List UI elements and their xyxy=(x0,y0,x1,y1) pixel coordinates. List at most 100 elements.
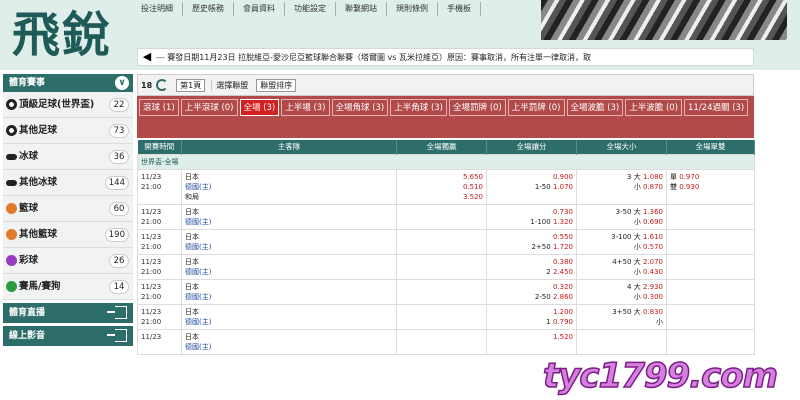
odds-button[interactable]: 2.860 xyxy=(553,293,573,301)
sidebar-item-horse[interactable]: 賽馬/賽狗 14 xyxy=(3,274,133,300)
site-logo[interactable]: 飛銳 xyxy=(12,4,112,66)
sidebar: 體育賽事 ∨ 頂級足球(世界盃) 22 其他足球 73 冰球 36 其他冰球 144 籃球… xyxy=(3,74,133,346)
tab-full-score[interactable]: 全場波膽 (3) xyxy=(566,99,624,116)
odds-button[interactable]: 5.650 xyxy=(400,172,483,182)
nav-rules[interactable]: 規則條例 xyxy=(387,2,438,16)
odds-button[interactable]: 0.510 xyxy=(400,182,483,192)
basketball-icon xyxy=(6,203,17,214)
basketball-icon xyxy=(6,229,17,240)
col-over-under: 全場大小 xyxy=(576,140,667,154)
login-icon xyxy=(107,306,127,319)
nav-mobile[interactable]: 手機板 xyxy=(438,2,481,16)
tab-full-corner[interactable]: 全場角球 (3) xyxy=(331,99,389,116)
odds-button[interactable]: 0.900 xyxy=(490,172,573,182)
tab-live[interactable]: 滾球 (1) xyxy=(139,99,179,116)
nav-history[interactable]: 歷史帳務 xyxy=(183,2,234,16)
sidebar-video-link[interactable]: 線上影音 xyxy=(3,326,133,346)
table-row: 11/23 21:00 日本 德國(主) 0.380 2 2.450 4+50 大 2… xyxy=(137,253,755,280)
page-select[interactable]: 第1頁 xyxy=(176,78,206,92)
sidebar-item-hockey[interactable]: 冰球 36 xyxy=(3,144,133,170)
col-handicap: 全場讓分 xyxy=(486,140,577,154)
sidebar-header[interactable]: 體育賽事 ∨ xyxy=(3,74,133,92)
odds-button[interactable]: 2.450 xyxy=(553,268,573,276)
announcement-text: --- 賽發日期11月23日 拉脫維亞-愛沙尼亞籃球聯合聯賽（塔爾圖 vs 瓦米… xyxy=(156,53,591,62)
table-row: 11/23 日本 德國(主) 1.520 xyxy=(137,328,755,355)
odds-button[interactable]: 0.870 xyxy=(643,183,663,191)
odds-button[interactable]: 0.830 xyxy=(643,308,663,316)
odds-button[interactable]: 0.930 xyxy=(679,183,699,191)
tab-full[interactable]: 全場 (3) xyxy=(239,99,280,116)
lottery-icon xyxy=(6,255,17,266)
tab-half-card[interactable]: 上半罰牌 (0) xyxy=(507,99,565,116)
tab-parlay[interactable]: 11/24過關 (3) xyxy=(684,99,749,116)
odds-button[interactable]: 1.080 xyxy=(643,173,663,181)
sidebar-item-lottery[interactable]: 彩球 26 xyxy=(3,248,133,274)
nav-member[interactable]: 會員資料 xyxy=(234,2,285,16)
col-teams: 主客隊 xyxy=(181,140,397,154)
odds-button[interactable]: 1.720 xyxy=(553,243,573,251)
chevron-down-icon[interactable]: ∨ xyxy=(115,76,129,90)
odds-button[interactable]: 2.070 xyxy=(643,258,663,266)
odds-button[interactable]: 0.300 xyxy=(643,293,663,301)
odds-button[interactable]: 0.690 xyxy=(643,218,663,226)
odds-button[interactable]: 0.790 xyxy=(553,318,573,326)
odds-button[interactable]: 0.320 xyxy=(490,282,573,292)
soccer-icon xyxy=(6,125,17,136)
top-nav: 投注明細 歷史帳務 會員資料 功能設定 聯繫網站 規則條例 手機板 xyxy=(132,2,481,16)
sidebar-item-other-basketball[interactable]: 其他籃球 190 xyxy=(3,222,133,248)
bet-type-tabs: 滾球 (1) 上半滾球 (0) 全場 (3) 上半場 (3) 全場角球 (3) … xyxy=(137,96,754,138)
odds-button[interactable]: 0.730 xyxy=(490,207,573,217)
odds-button[interactable]: 0.430 xyxy=(643,268,663,276)
soccer-icon xyxy=(6,99,17,110)
odds-button[interactable]: 1.320 xyxy=(553,218,573,226)
col-time: 開賽時間 xyxy=(137,140,182,154)
tab-half-score[interactable]: 上半波膽 (0) xyxy=(625,99,682,116)
banner-image xyxy=(541,0,787,40)
horse-icon xyxy=(6,281,17,292)
odds-button[interactable]: 0.970 xyxy=(679,173,699,181)
megaphone-icon: ◀ xyxy=(142,50,152,63)
tab-first-half[interactable]: 上半場 (3) xyxy=(281,99,330,116)
login-icon xyxy=(107,329,127,342)
table-row: 11/23 21:00 日本 德國(主) 0.730 1-100 1.320 3-50… xyxy=(137,203,755,230)
col-odd-even: 全場單雙 xyxy=(666,140,755,154)
tab-full-card[interactable]: 全場罰牌 (0) xyxy=(449,99,506,116)
main-content: 18 第1頁 選擇聯盟 聯盟排序 滾球 (1) 上半滾球 (0) 全場 (3) … xyxy=(137,74,755,400)
toolbar: 18 第1頁 選擇聯盟 聯盟排序 xyxy=(137,74,754,96)
nav-bet-details[interactable]: 投注明細 xyxy=(132,2,183,16)
odds-button[interactable]: 1.200 xyxy=(490,307,573,317)
table-row: 11/23 21:00 日本 德國(主) 1.200 1 0.790 3+50 大 0… xyxy=(137,303,755,330)
table-row: 11/23 21:00 日本 德國(主) 0.320 2-50 2.860 4 大 2… xyxy=(137,278,755,305)
sort-select[interactable]: 聯盟排序 xyxy=(256,78,297,92)
odds-button[interactable]: 0.570 xyxy=(643,243,663,251)
header: 飛銳 投注明細 歷史帳務 會員資料 功能設定 聯繫網站 規則條例 手機板 ◀ --… xyxy=(0,0,800,70)
league-title: 世界盃-全場 xyxy=(137,153,755,170)
odds-button[interactable]: 2.930 xyxy=(643,283,663,291)
nav-contact[interactable]: 聯繫網站 xyxy=(336,2,387,16)
odds-button[interactable]: 1.360 xyxy=(643,208,663,216)
tab-half-live[interactable]: 上半滾球 (0) xyxy=(180,99,238,116)
table-row: 11/23 21:00 日本 德國(主) 0.550 2+50 1.720 3-100… xyxy=(137,228,755,255)
sidebar-item-other-hockey[interactable]: 其他冰球 144 xyxy=(3,170,133,196)
nav-settings[interactable]: 功能設定 xyxy=(285,2,336,16)
odds-button[interactable]: 1.070 xyxy=(553,183,573,191)
odds-button[interactable]: 0.550 xyxy=(490,232,573,242)
odds-table: 開賽時間 主客隊 全場獨贏 全場讓分 全場大小 全場單雙 世界盃-全場 11/2… xyxy=(137,140,755,355)
sidebar-item-top-soccer[interactable]: 頂級足球(世界盃) 22 xyxy=(3,92,133,118)
col-moneyline: 全場獨贏 xyxy=(396,140,487,154)
hockey-icon xyxy=(6,180,17,186)
odds-button[interactable]: 3.520 xyxy=(400,192,483,202)
odds-button[interactable]: 1.610 xyxy=(643,233,663,241)
tab-half-corner[interactable]: 上半角球 (3) xyxy=(390,99,447,116)
hockey-icon xyxy=(6,154,17,160)
watermark: tyc1799.com xyxy=(542,355,779,397)
league-filter-button[interactable]: 選擇聯盟 xyxy=(211,79,252,91)
odds-button[interactable]: 0.380 xyxy=(490,257,573,267)
match-count: 18 xyxy=(141,80,153,90)
sidebar-live-link[interactable]: 體育直播 xyxy=(3,303,133,323)
sidebar-item-other-soccer[interactable]: 其他足球 73 xyxy=(3,118,133,144)
sidebar-item-basketball[interactable]: 籃球 60 xyxy=(3,196,133,222)
odds-button[interactable]: 1.520 xyxy=(490,332,573,342)
refresh-icon[interactable] xyxy=(156,79,169,91)
table-row: 11/23 21:00 日本 德國(主) 和局 5.650 0.510 3.520 0.9… xyxy=(137,168,755,205)
